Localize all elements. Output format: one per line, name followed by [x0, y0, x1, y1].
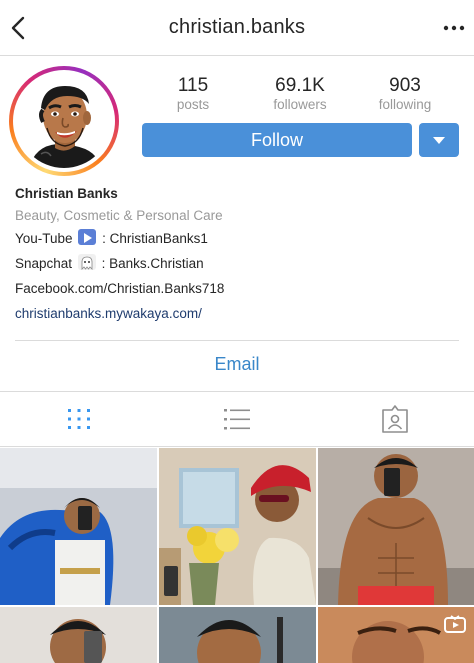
post-thumbnail[interactable]	[159, 448, 316, 605]
post-thumbnail[interactable]	[0, 448, 157, 605]
post-thumbnail[interactable]	[318, 607, 474, 663]
post-thumbnail[interactable]	[159, 607, 316, 663]
follow-button[interactable]: Follow	[142, 123, 412, 157]
youtube-prefix: You-Tube	[15, 231, 73, 246]
profile-category: Beauty, Cosmetic & Personal Care	[15, 208, 223, 223]
following-count: 903	[389, 75, 421, 96]
posts-label: posts	[176, 97, 210, 112]
youtube-handle: : ChristianBanks1	[102, 231, 208, 246]
website-link[interactable]: christianbanks.mywakaya.com/	[15, 301, 465, 326]
ghost-icon	[77, 254, 96, 270]
grid-icon[interactable]	[64, 404, 94, 434]
profile-name: Christian Banks	[15, 186, 118, 201]
avatar[interactable]	[17, 74, 111, 168]
followers-label: followers	[273, 97, 327, 112]
stat-following[interactable]: 903 following	[360, 76, 450, 114]
bio-youtube-line: You-Tube : ChristianBanks1	[15, 226, 465, 251]
divider	[15, 340, 459, 341]
snapchat-prefix: Snapchat	[15, 256, 73, 271]
list-icon[interactable]	[222, 404, 252, 434]
bio-facebook-line: Facebook.com/Christian.Banks718	[15, 281, 225, 296]
snapchat-handle: : Banks.Christian	[101, 256, 204, 271]
divider	[0, 391, 474, 392]
suggestions-dropdown-button[interactable]	[419, 123, 459, 157]
post-thumbnail[interactable]	[318, 448, 474, 605]
followers-count: 69.1K	[275, 75, 325, 96]
more-horizontal-icon[interactable]	[442, 18, 466, 38]
top-navigation-bar: christian.banks	[0, 0, 474, 56]
divider	[0, 446, 474, 447]
email-button[interactable]: Email	[0, 354, 474, 375]
play-button-icon	[78, 229, 97, 245]
posts-count: 115	[177, 75, 209, 96]
bio-snapchat-line: Snapchat : Banks.Christian	[15, 251, 465, 276]
bio-section: Christian Banks Beauty, Cosmetic & Perso…	[15, 185, 465, 326]
caret-down-icon	[433, 137, 445, 144]
stat-posts: 115 posts	[148, 76, 238, 114]
tagged-icon[interactable]	[380, 404, 410, 434]
story-ring[interactable]	[9, 66, 119, 176]
page-title: christian.banks	[168, 16, 306, 38]
stat-followers[interactable]: 69.1K followers	[255, 76, 345, 114]
post-thumbnail[interactable]	[0, 607, 157, 663]
igtv-icon	[444, 615, 466, 633]
following-label: following	[378, 97, 432, 112]
